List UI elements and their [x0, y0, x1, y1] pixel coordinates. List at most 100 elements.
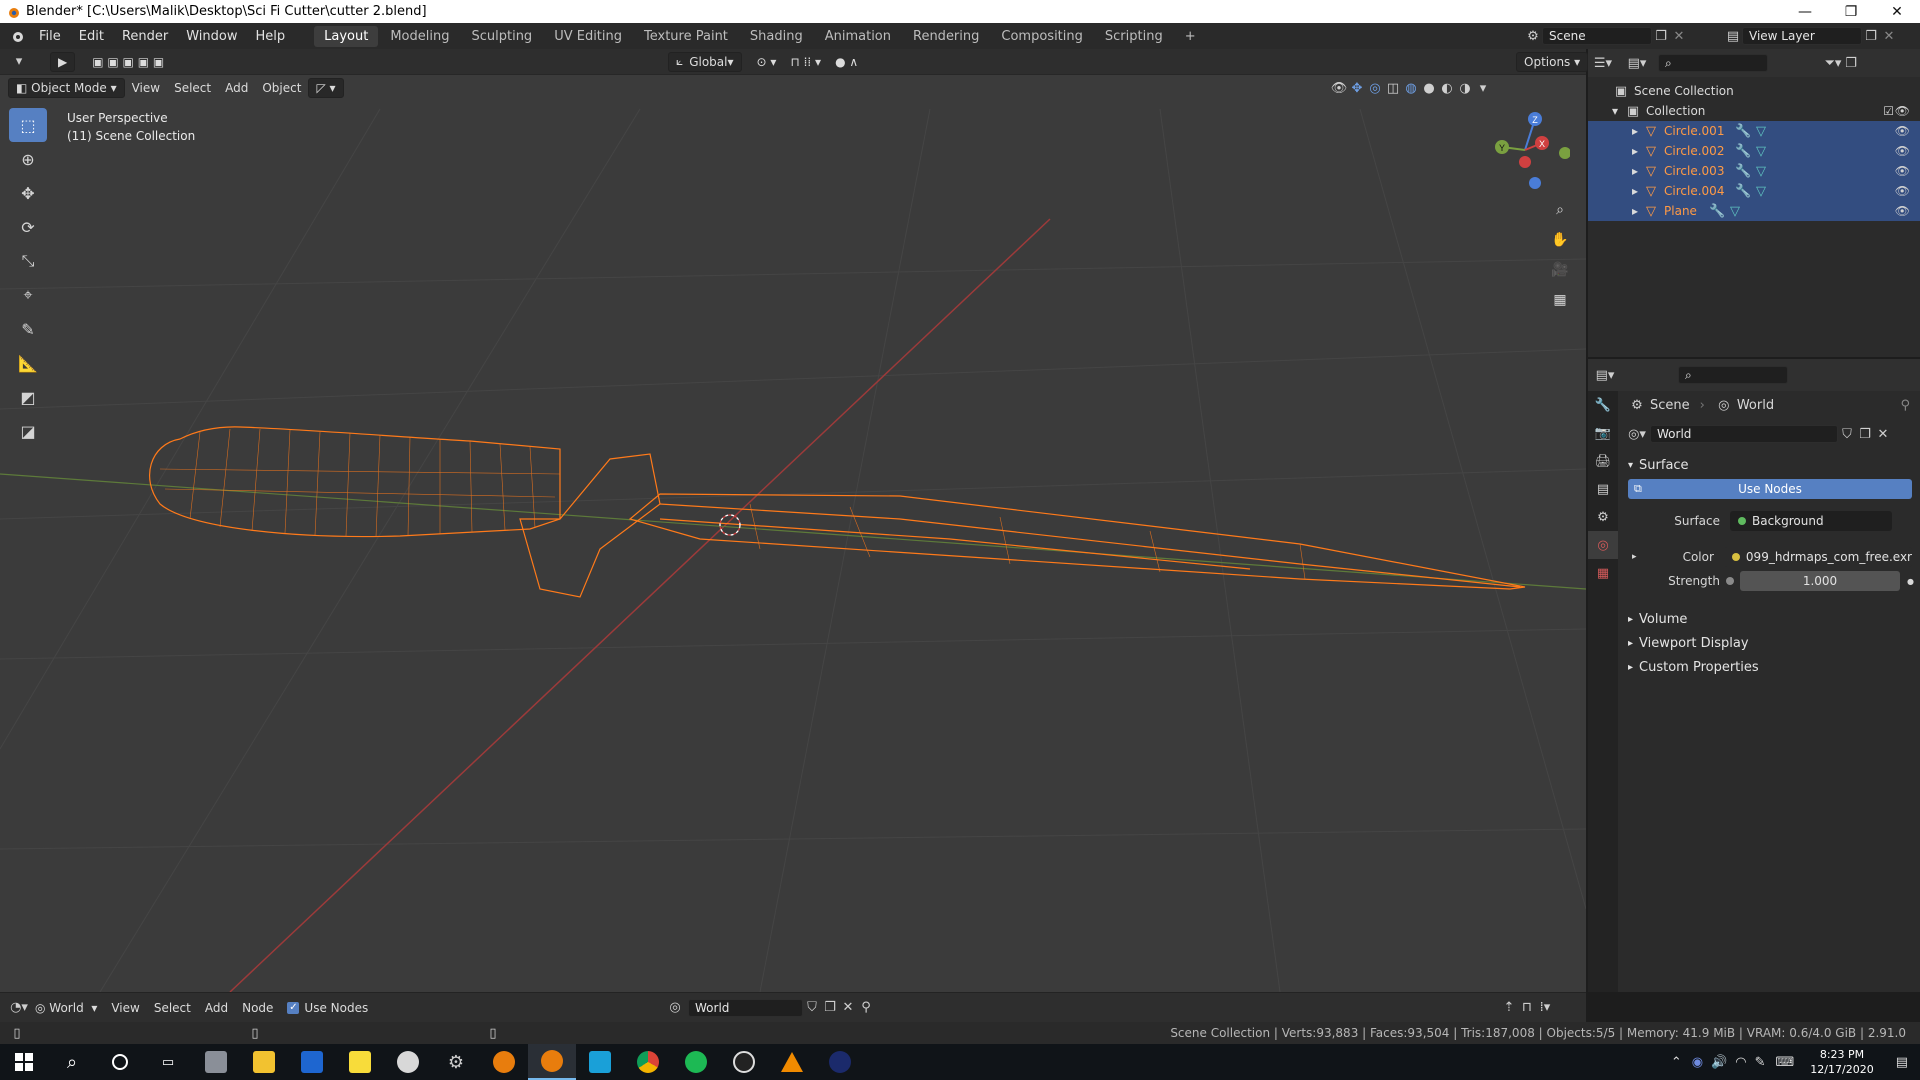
- task-view-icon[interactable]: ▭: [144, 1044, 192, 1080]
- solid-shading-icon[interactable]: ●: [1420, 79, 1438, 97]
- exclude-checkbox-icon[interactable]: ☑: [1883, 104, 1894, 118]
- start-icon[interactable]: [0, 1044, 48, 1080]
- expand-arrow-icon[interactable]: ▸: [1632, 204, 1638, 218]
- material-shading-icon[interactable]: ◐: [1438, 79, 1456, 97]
- camera-view-icon[interactable]: 🎥: [1547, 255, 1573, 285]
- display-mode-icon[interactable]: ▤▾: [1628, 54, 1647, 72]
- outliner-object-row[interactable]: ▸ ▽ Circle.003 🔧 ▽ 👁: [1588, 161, 1920, 181]
- store-icon[interactable]: [576, 1044, 624, 1080]
- editor-type-icon[interactable]: ▤▾: [1596, 366, 1615, 384]
- mode-dropdown[interactable]: ◧ Object Mode ▾: [8, 78, 125, 98]
- mesh-data-icon[interactable]: ▽: [1752, 182, 1770, 200]
- mesh-data-icon[interactable]: ▽: [1752, 122, 1770, 140]
- output-tab-icon[interactable]: 🖨: [1588, 447, 1618, 475]
- options-dropdown[interactable]: Options ▾: [1516, 51, 1589, 72]
- snap-icon[interactable]: ⊓ ⁞⁞ ▾: [783, 52, 828, 72]
- snap-icon[interactable]: ⊓: [1518, 999, 1536, 1017]
- cortana-icon[interactable]: [96, 1044, 144, 1080]
- fake-user-icon[interactable]: ⛉: [803, 999, 821, 1017]
- ortho-grid-icon[interactable]: ▦: [1547, 285, 1573, 315]
- editor-type-icon[interactable]: ▾: [10, 53, 28, 71]
- add-cube-tool-icon[interactable]: ◩: [9, 380, 47, 414]
- expand-arrow-icon[interactable]: ▸: [1632, 144, 1638, 158]
- tab-layout[interactable]: Layout: [314, 25, 379, 47]
- world-datablock-field[interactable]: World: [1650, 425, 1838, 443]
- properties-search-input[interactable]: ⌕: [1678, 366, 1788, 384]
- navigation-gizmo[interactable]: Z Y X: [1480, 105, 1571, 195]
- tab-animation[interactable]: Animation: [815, 26, 901, 47]
- tab-modeling[interactable]: Modeling: [380, 26, 459, 47]
- surface-shader-field[interactable]: Background: [1730, 511, 1892, 531]
- filter-icon[interactable]: ⏷▾: [1824, 54, 1842, 72]
- menu-view[interactable]: View: [125, 78, 167, 98]
- world-icon[interactable]: ◎: [666, 999, 684, 1017]
- modifier-icon[interactable]: 🔧: [1708, 202, 1726, 220]
- annotate-tool-icon[interactable]: ✎: [9, 312, 47, 346]
- obs-icon[interactable]: [720, 1044, 768, 1080]
- unlink-icon[interactable]: ✕: [1874, 425, 1892, 443]
- menu-render[interactable]: Render: [113, 29, 177, 44]
- files-icon[interactable]: [192, 1044, 240, 1080]
- surface-panel-header[interactable]: ▾ Surface: [1620, 453, 1920, 477]
- menu-node[interactable]: Node: [235, 998, 280, 1018]
- unlink-world-icon[interactable]: ✕: [839, 999, 857, 1017]
- outliner-object-row[interactable]: ▸ ▽ Circle.004 🔧 ▽ 👁: [1588, 181, 1920, 201]
- expand-arrow-icon[interactable]: ▸: [1632, 124, 1638, 138]
- menu-window[interactable]: Window: [177, 29, 246, 44]
- new-collection-icon[interactable]: ❐: [1842, 54, 1860, 72]
- chrome-icon[interactable]: [624, 1044, 672, 1080]
- parent-node-icon[interactable]: ⇡: [1500, 999, 1518, 1017]
- delete-scene-icon[interactable]: ✕: [1670, 27, 1688, 45]
- menu-select[interactable]: Select: [167, 78, 218, 98]
- app-icon[interactable]: [384, 1044, 432, 1080]
- scene-selector[interactable]: Scene: [1542, 27, 1652, 45]
- clock[interactable]: 8:23 PM 12/17/2020: [1800, 1047, 1883, 1077]
- tab-compositing[interactable]: Compositing: [991, 26, 1093, 47]
- transform-tool-icon[interactable]: ⌖: [9, 278, 47, 312]
- rotate-tool-icon[interactable]: ⟳: [9, 210, 47, 244]
- shader-type-dropdown[interactable]: ◎ World ▾: [28, 998, 104, 1018]
- vlc-icon[interactable]: [768, 1044, 816, 1080]
- extra-tool-icon[interactable]: ◪: [9, 414, 47, 448]
- editor-type-icon[interactable]: ◔▾: [10, 999, 28, 1017]
- eye-icon[interactable]: 👁: [1895, 104, 1910, 118]
- eye-icon[interactable]: 👁: [1895, 184, 1910, 198]
- transform-orientation-dropdown[interactable]: ⟀ Global ▾: [668, 51, 742, 72]
- pin-icon[interactable]: ⚲: [857, 999, 875, 1017]
- outliner-scene-collection[interactable]: ▣ Scene Collection: [1588, 81, 1920, 101]
- modifier-icon[interactable]: 🔧: [1734, 162, 1752, 180]
- tab-uv-editing[interactable]: UV Editing: [544, 26, 632, 47]
- transform-affect-icon[interactable]: ◸ ▾: [308, 78, 344, 98]
- mesh-data-icon[interactable]: ▽: [1752, 162, 1770, 180]
- close-button[interactable]: ✕: [1874, 0, 1920, 23]
- menu-object[interactable]: Object: [255, 78, 308, 98]
- tab-sculpting[interactable]: Sculpting: [461, 26, 542, 47]
- eye-icon[interactable]: 👁: [1895, 124, 1910, 138]
- editor-type-icon[interactable]: ☰▾: [1594, 54, 1612, 72]
- keyboard-icon[interactable]: ⌨: [1770, 1055, 1801, 1070]
- delete-view-layer-icon[interactable]: ✕: [1880, 27, 1898, 45]
- snap-mode-icon[interactable]: ⁞▾: [1536, 999, 1554, 1017]
- proportional-editing-icon[interactable]: ● ∧: [828, 52, 865, 72]
- view-layer-icon[interactable]: ▤: [1724, 27, 1742, 45]
- menu-view[interactable]: View: [104, 998, 146, 1018]
- shading-options-icon[interactable]: ▾: [1474, 79, 1492, 97]
- pen-icon[interactable]: ✎: [1751, 1055, 1770, 1070]
- modifier-icon[interactable]: 🔧: [1734, 122, 1752, 140]
- expand-arrow-icon[interactable]: ▸: [1632, 164, 1638, 178]
- viewport-display-panel-header[interactable]: ▸ Viewport Display: [1620, 631, 1920, 655]
- duplicate-icon[interactable]: ❐: [1856, 425, 1874, 443]
- menu-file[interactable]: File: [30, 29, 70, 44]
- view-layer-selector[interactable]: View Layer: [1742, 27, 1862, 45]
- tray-chevron-icon[interactable]: ⌃: [1665, 1055, 1688, 1070]
- tool-tab-icon[interactable]: 🔧: [1588, 391, 1618, 419]
- new-scene-icon[interactable]: ❐: [1652, 27, 1670, 45]
- modifier-icon[interactable]: 🔧: [1734, 142, 1752, 160]
- search-icon[interactable]: ⌕: [48, 1044, 96, 1080]
- fake-user-icon[interactable]: ⛉: [1838, 425, 1856, 443]
- eye-icon[interactable]: 👁: [1895, 164, 1910, 178]
- outliner-object-row[interactable]: ▸ ▽ Plane 🔧 ▽ 👁: [1588, 201, 1920, 221]
- duplicate-world-icon[interactable]: ❐: [821, 999, 839, 1017]
- blender-menu-icon[interactable]: [8, 27, 26, 45]
- zoom-icon[interactable]: ⌕: [1547, 195, 1573, 225]
